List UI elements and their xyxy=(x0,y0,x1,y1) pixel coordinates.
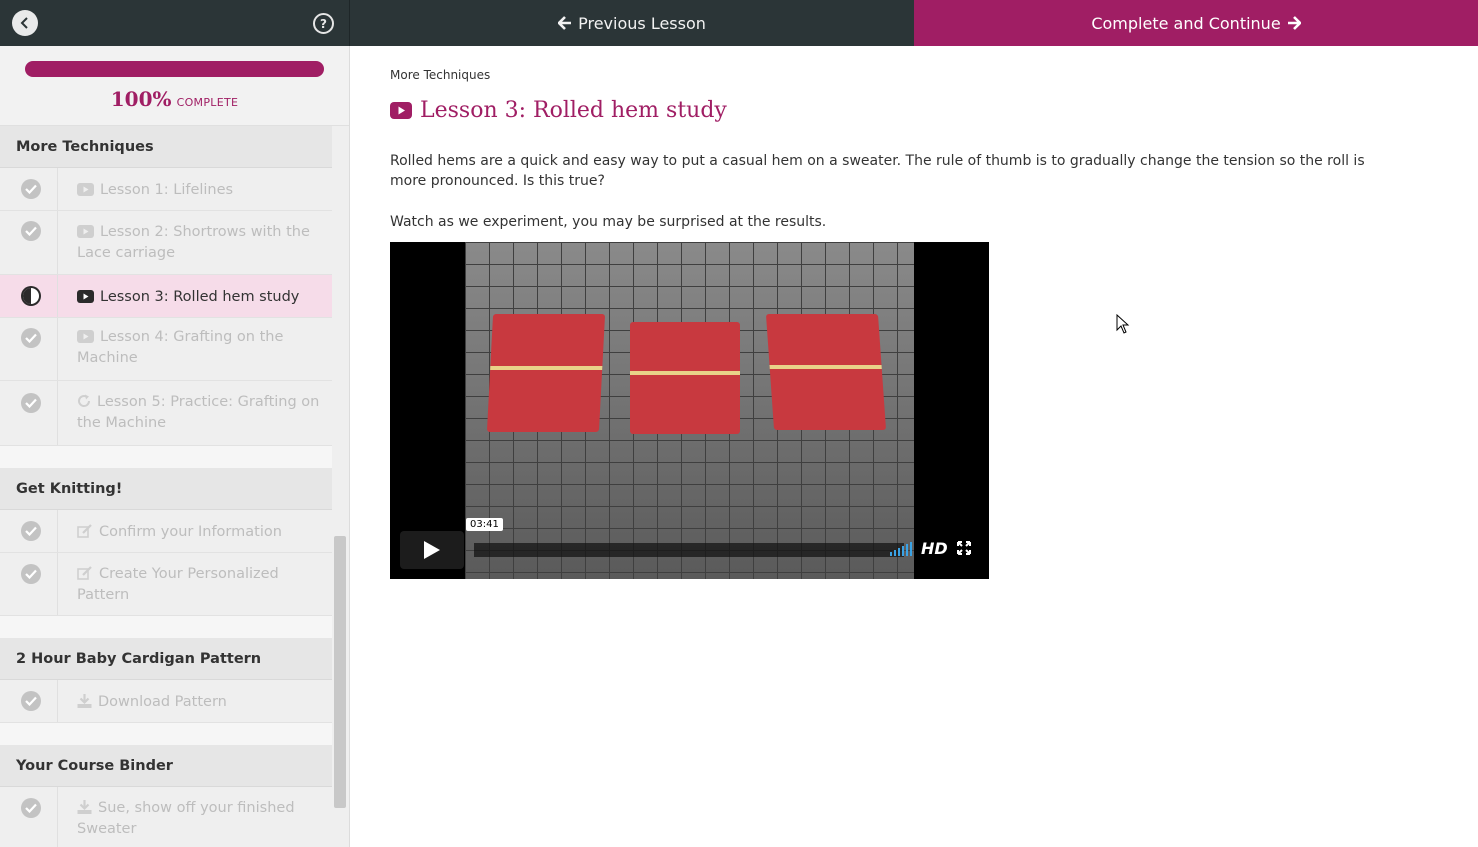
check-circle-icon xyxy=(21,328,41,348)
lesson-description: Rolled hems are a quick and easy way to … xyxy=(390,153,1365,189)
previous-lesson-label: Previous Lesson xyxy=(578,13,706,33)
lesson-label: Confirm your Information xyxy=(99,524,282,540)
progress-text: 100% COMPLETE xyxy=(0,87,349,111)
video-player[interactable]: 03:41 HD xyxy=(390,242,989,579)
lesson-item-create-pattern[interactable]: Create Your Personalized Pattern xyxy=(0,553,332,616)
back-button[interactable] xyxy=(12,10,38,36)
check-circle-icon xyxy=(21,221,41,241)
course-sidebar: 100% COMPLETE More Techniques Lesson 1: … xyxy=(0,46,350,847)
download-icon xyxy=(77,800,92,814)
lesson-label: Lesson 1: Lifelines xyxy=(100,182,234,198)
video-icon xyxy=(77,330,94,343)
refresh-icon xyxy=(78,394,91,407)
section-course-binder: Your Course Binder Sue, show off your fi… xyxy=(0,745,332,847)
lesson-instruction: Watch as we experiment, you may be surpr… xyxy=(390,214,827,230)
section-more-techniques: More Techniques Lesson 1: Lifelines Less… xyxy=(0,126,332,446)
lesson-title-text: Lesson 3: Rolled hem study xyxy=(420,98,727,123)
check-circle-icon xyxy=(21,564,41,584)
progress-bar xyxy=(25,61,324,77)
lesson-label: Create Your Personalized Pattern xyxy=(77,566,279,603)
check-circle-icon xyxy=(21,393,41,413)
arrow-right-icon xyxy=(1287,16,1301,30)
mouse-cursor-icon xyxy=(1116,314,1130,334)
half-circle-progress-icon xyxy=(21,286,41,306)
lesson-label: Download Pattern xyxy=(98,694,227,710)
lesson-item-5[interactable]: Lesson 5: Practice: Grafting on the Mach… xyxy=(0,381,332,446)
knit-swatch-2 xyxy=(630,322,740,434)
lesson-label: Lesson 3: Rolled hem study xyxy=(100,289,300,305)
hd-button[interactable]: HD xyxy=(921,539,948,558)
help-button[interactable]: ? xyxy=(313,13,334,34)
edit-icon xyxy=(77,566,92,580)
previous-lesson-button[interactable]: Previous Lesson xyxy=(350,0,914,46)
knit-swatch-1 xyxy=(486,314,606,432)
arrow-left-icon xyxy=(558,16,572,30)
fullscreen-icon[interactable] xyxy=(957,541,971,555)
section-baby-cardigan: 2 Hour Baby Cardigan Pattern Download Pa… xyxy=(0,638,332,723)
progress-label: COMPLETE xyxy=(176,96,239,109)
section-title: 2 Hour Baby Cardigan Pattern xyxy=(0,638,332,680)
top-bar: ? Previous Lesson Complete and Continue xyxy=(0,0,1478,46)
edit-icon xyxy=(77,524,92,538)
lesson-item-4[interactable]: Lesson 4: Grafting on the Machine xyxy=(0,318,332,381)
chevron-left-icon xyxy=(20,17,28,29)
section-get-knitting: Get Knitting! Confirm your Information C… xyxy=(0,468,332,616)
lesson-label: Lesson 4: Grafting on the Machine xyxy=(77,329,284,366)
question-icon: ? xyxy=(320,16,327,31)
complete-and-continue-button[interactable]: Complete and Continue xyxy=(914,0,1478,46)
lesson-item-show-off-sweater[interactable]: Sue, show off your finished Sweater xyxy=(0,787,332,847)
section-title: More Techniques xyxy=(0,126,332,168)
knit-swatch-3 xyxy=(765,314,887,430)
topbar-sidebar-header: ? xyxy=(0,0,350,46)
section-gap xyxy=(0,446,332,468)
lesson-item-1[interactable]: Lesson 1: Lifelines xyxy=(0,168,332,211)
download-icon xyxy=(77,694,92,708)
sidebar-scrollbar[interactable] xyxy=(334,536,346,808)
video-icon xyxy=(77,290,94,303)
video-icon xyxy=(390,102,412,119)
lesson-label: Lesson 5: Practice: Grafting on the Mach… xyxy=(77,394,320,431)
page-title: Lesson 3: Rolled hem study xyxy=(390,98,727,123)
lesson-item-confirm-info[interactable]: Confirm your Information xyxy=(0,510,332,553)
lesson-item-download-pattern[interactable]: Download Pattern xyxy=(0,680,332,723)
check-circle-icon xyxy=(21,798,41,818)
video-icon xyxy=(77,225,94,238)
section-gap xyxy=(0,616,332,638)
lesson-label: Lesson 2: Shortrows with the Lace carria… xyxy=(77,224,310,261)
section-title: Get Knitting! xyxy=(0,468,332,510)
video-progress-track[interactable] xyxy=(474,543,904,557)
video-icon xyxy=(77,183,94,196)
play-button[interactable] xyxy=(400,531,464,569)
lesson-item-2[interactable]: Lesson 2: Shortrows with the Lace carria… xyxy=(0,211,332,275)
breadcrumb[interactable]: More Techniques xyxy=(390,68,490,82)
course-progress: 100% COMPLETE xyxy=(0,46,349,126)
check-circle-icon xyxy=(21,521,41,541)
lesson-item-3-active[interactable]: Lesson 3: Rolled hem study xyxy=(0,275,332,318)
complete-and-continue-label: Complete and Continue xyxy=(1091,13,1281,33)
check-circle-icon xyxy=(21,179,41,199)
lesson-content: More Techniques Lesson 3: Rolled hem stu… xyxy=(350,46,1478,847)
video-time: 03:41 xyxy=(466,518,503,531)
volume-icon[interactable] xyxy=(890,540,912,556)
play-icon xyxy=(424,541,440,559)
section-title: Your Course Binder xyxy=(0,745,332,787)
section-gap xyxy=(0,723,332,745)
video-frame xyxy=(465,242,914,579)
video-controls: 03:41 HD xyxy=(400,518,979,569)
progress-percent: 100% xyxy=(110,87,172,111)
check-circle-icon xyxy=(21,691,41,711)
lesson-label: Sue, show off your finished Sweater xyxy=(77,800,295,837)
